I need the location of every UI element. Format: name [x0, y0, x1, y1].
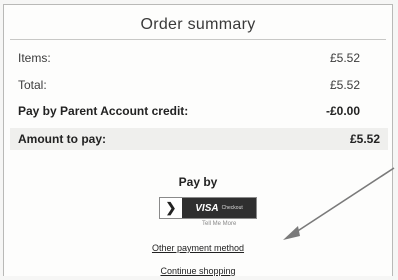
order-summary-panel: Order summary Items: £5.52 Total: £5.52 … — [3, 4, 393, 276]
page: Order summary Items: £5.52 Total: £5.52 … — [0, 0, 398, 280]
header-divider — [10, 39, 386, 40]
order-summary-title: Order summary — [140, 16, 256, 33]
chevron-right-icon: ❯ — [165, 200, 177, 215]
total-row: Total: £5.52 — [18, 78, 360, 92]
pay-by-heading: Pay by — [178, 175, 218, 189]
parent-credit-row: Pay by Parent Account credit: -£0.00 — [18, 104, 360, 118]
total-label: Total: — [18, 78, 47, 92]
visa-checkout-button[interactable]: ❯ VISA Checkout — [159, 197, 257, 219]
visa-checkout-logo: VISA Checkout — [182, 198, 256, 218]
total-value: £5.52 — [329, 78, 360, 92]
amount-to-pay-label: Amount to pay: — [18, 132, 106, 146]
items-value: £5.52 — [329, 51, 360, 65]
items-label: Items: — [18, 51, 51, 65]
parent-credit-label: Pay by Parent Account credit: — [18, 104, 189, 118]
amount-to-pay-value: £5.52 — [349, 132, 380, 146]
visa-brand-text: VISA — [195, 202, 219, 214]
amount-to-pay-row: Amount to pay: £5.52 — [10, 128, 388, 150]
other-payment-method-link[interactable]: Other payment method — [4, 243, 392, 253]
continue-shopping-link[interactable]: Continue shopping — [4, 266, 392, 276]
parent-credit-value: -£0.00 — [325, 104, 360, 118]
items-row: Items: £5.52 — [18, 51, 360, 65]
tell-me-more-link[interactable]: Tell Me More — [202, 221, 236, 227]
visa-checkout-suffix: Checkout — [221, 205, 243, 211]
